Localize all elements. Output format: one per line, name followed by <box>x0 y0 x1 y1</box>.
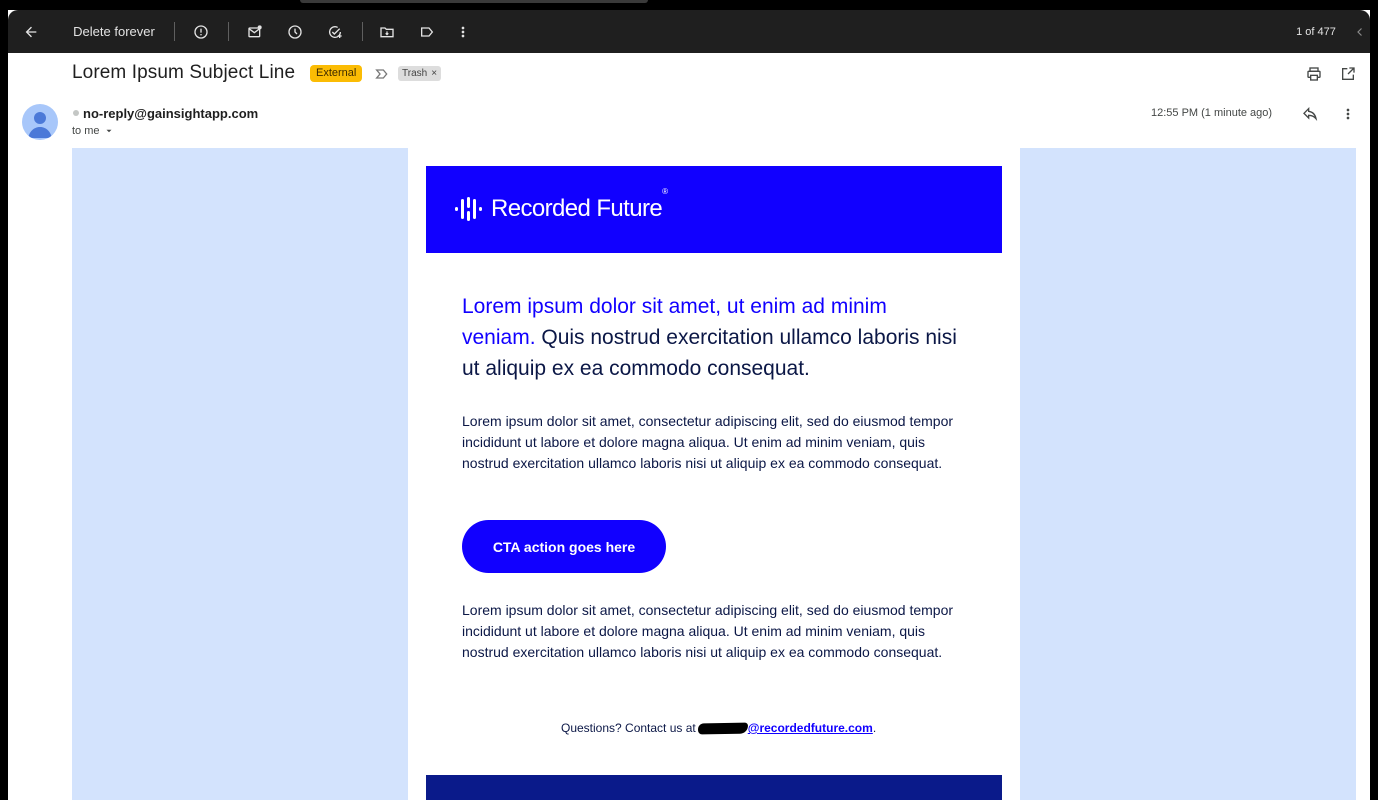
more-vert-icon[interactable] <box>1340 106 1356 127</box>
label-icon[interactable] <box>416 10 438 53</box>
add-task-icon[interactable] <box>324 10 346 53</box>
label-importance-icon[interactable] <box>374 66 390 87</box>
sender-email[interactable]: no-reply@gainsightapp.com <box>83 106 258 121</box>
brand-name: Recorded Future® <box>491 187 668 223</box>
brand-logo[interactable]: Recorded Future® <box>455 187 668 223</box>
trash-label-chip[interactable]: Trash × <box>398 66 442 81</box>
email-headline: Lorem ipsum dolor sit amet, ut enim ad m… <box>462 291 962 384</box>
mark-unread-icon[interactable] <box>244 10 266 53</box>
toolbar-divider <box>174 22 175 41</box>
body-paragraph-1: Lorem ipsum dolor sit amet, consectetur … <box>462 413 954 471</box>
headline-rest: Quis nostrud exercitation ullamco labori… <box>462 326 957 380</box>
email-timestamp: 12:55 PM (1 minute ago) <box>1151 107 1273 119</box>
registered-mark: ® <box>662 187 668 196</box>
contact-line: Questions? Contact us at @recordedfuture.… <box>561 721 876 735</box>
back-arrow-icon[interactable] <box>20 10 42 53</box>
toolbar: Delete forever 1 of 477 <box>8 10 1370 53</box>
window-frame-right <box>1370 0 1378 800</box>
pagination-label: 1 of 477 <box>1296 25 1336 38</box>
redaction-mark <box>697 722 748 735</box>
window-frame-top <box>0 0 1378 10</box>
pagination-count: 1 of 477 <box>1288 10 1344 53</box>
recipient-details[interactable]: to me <box>72 125 114 137</box>
avatar[interactable] <box>22 104 58 140</box>
toolbar-divider <box>228 22 229 41</box>
toolbar-divider <box>362 22 363 41</box>
print-icon[interactable] <box>1306 66 1322 87</box>
chevron-left-icon[interactable] <box>1352 10 1368 53</box>
delete-forever-label: Delete forever <box>73 24 155 39</box>
recorded-future-logo-icon <box>455 197 482 221</box>
move-to-icon[interactable] <box>376 10 398 53</box>
brand-footer-banner <box>426 775 1002 800</box>
remove-label-icon[interactable]: × <box>431 66 437 81</box>
presence-dot <box>73 110 79 116</box>
recipient-label: to me <box>72 125 100 137</box>
contact-email-link[interactable]: @recordedfuture.com <box>748 721 873 735</box>
email-subject: Lorem Ipsum Subject Line <box>72 62 296 83</box>
cta-button[interactable]: CTA action goes here <box>462 520 666 573</box>
contact-prefix: Questions? Contact us at <box>561 721 696 735</box>
contact-suffix: . <box>872 721 877 735</box>
external-badge: External <box>310 65 363 82</box>
brand-name-text: Recorded Future <box>491 195 663 222</box>
caret-down-icon <box>106 129 112 133</box>
open-in-new-window-icon[interactable] <box>1340 66 1356 87</box>
snooze-icon[interactable] <box>284 10 306 53</box>
reply-icon[interactable] <box>1302 106 1318 127</box>
window-notch <box>300 0 648 3</box>
delete-forever-button[interactable]: Delete forever <box>72 10 156 53</box>
window-frame-left <box>0 0 8 800</box>
trash-label: Trash <box>402 68 428 79</box>
body-paragraph-2: Lorem ipsum dolor sit amet, consectetur … <box>462 602 954 660</box>
more-vert-icon[interactable] <box>452 10 474 53</box>
report-spam-icon[interactable] <box>190 10 212 53</box>
